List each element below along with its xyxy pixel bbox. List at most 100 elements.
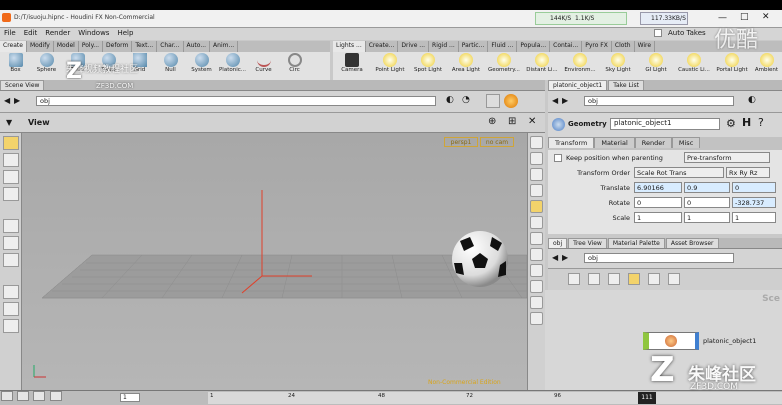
pin-icon[interactable]: ◐: [446, 95, 454, 105]
shelf-tab-modify[interactable]: Modify: [27, 41, 54, 52]
rotation-order-menu[interactable]: Rx Ry Rz: [726, 167, 770, 178]
shelf-tab-deform[interactable]: Deform: [103, 41, 133, 52]
snap-icon[interactable]: ⊕: [488, 116, 496, 127]
shelf-tab-fluid[interactable]: Fluid ...: [488, 41, 518, 52]
tool-ambient-light[interactable]: Ambient: [751, 52, 782, 80]
ghost-icon[interactable]: [530, 200, 543, 213]
platonic-node[interactable]: [643, 332, 699, 350]
tool-sky-light[interactable]: Sky Light: [599, 52, 637, 80]
network-back-icon[interactable]: ◀: [552, 253, 558, 262]
move-tool-icon[interactable]: [3, 153, 19, 167]
scale-x-field[interactable]: 1: [634, 212, 682, 223]
tool-geometry-light[interactable]: Geometry...: [485, 52, 523, 80]
shelf-tab-cloth[interactable]: Cloth: [612, 41, 635, 52]
tool-platonic[interactable]: Platonic...: [217, 52, 248, 80]
close-button[interactable]: ✕: [762, 12, 770, 22]
render-icon[interactable]: [504, 94, 518, 108]
menu-help[interactable]: Help: [113, 28, 137, 38]
tool-box[interactable]: Box: [0, 52, 31, 80]
shelf-tab-char[interactable]: Char...: [157, 41, 184, 52]
tool-curve[interactable]: Curve: [248, 52, 279, 80]
display-toggle-icon[interactable]: [530, 136, 543, 149]
tool-caustic-light[interactable]: Caustic Li...: [675, 52, 713, 80]
shelf-tab-wire[interactable]: Wire: [635, 41, 656, 52]
tab-take-list[interactable]: Take List: [608, 80, 644, 90]
backface-icon[interactable]: [530, 232, 543, 245]
play-button[interactable]: [17, 391, 30, 401]
network-tool-3-icon[interactable]: [608, 273, 620, 285]
tool-camera[interactable]: Camera: [333, 52, 371, 80]
param-back-icon[interactable]: ◀: [552, 96, 558, 105]
subtab-render[interactable]: Render: [634, 137, 672, 148]
link-icon[interactable]: ◔: [462, 95, 470, 105]
tool-portal-light[interactable]: Portal Light: [713, 52, 751, 80]
shelf-tab-contai[interactable]: Contai...: [550, 41, 583, 52]
tool-point-light[interactable]: Point Light: [371, 52, 409, 80]
menu-file[interactable]: File: [0, 28, 20, 38]
scale-z-field[interactable]: 1: [732, 212, 776, 223]
scale-tool-icon[interactable]: [3, 187, 19, 201]
tool-system[interactable]: System: [186, 52, 217, 80]
shelf-tab-create[interactable]: Create: [0, 41, 27, 52]
shelf-tab-pyro[interactable]: Pyro FX: [582, 41, 612, 52]
orbit-tool-icon[interactable]: [3, 253, 19, 267]
handle-tool-icon[interactable]: [3, 236, 19, 250]
network-tool-6-icon[interactable]: [668, 273, 680, 285]
menu-render[interactable]: Render: [41, 28, 74, 38]
network-tool-5-icon[interactable]: [648, 273, 660, 285]
param-path-field[interactable]: obj: [584, 96, 734, 106]
subtab-misc[interactable]: Misc: [671, 137, 701, 148]
menu-windows[interactable]: Windows: [74, 28, 113, 38]
shelf-tab-drive[interactable]: Drive ...: [398, 41, 430, 52]
shelf-tab-lights[interactable]: Lights ...: [333, 41, 366, 52]
rotate-z-field[interactable]: -328.737: [732, 197, 776, 208]
shelf-tab-poly[interactable]: Poly...: [79, 41, 104, 52]
forward-arrow-icon[interactable]: ▶: [14, 96, 20, 105]
step-forward-button[interactable]: [33, 391, 46, 401]
stop-button[interactable]: [49, 391, 62, 401]
subtab-transform[interactable]: Transform: [548, 137, 595, 148]
camera-tool-icon[interactable]: [3, 319, 19, 333]
3d-viewport[interactable]: persp1 no cam Non-Commercial Edition: [22, 133, 527, 390]
view-menu-icon[interactable]: ▼: [6, 118, 12, 127]
keep-position-checkbox[interactable]: [554, 153, 562, 162]
camera-menu-nocam[interactable]: no cam: [480, 137, 514, 147]
tool-null[interactable]: Null: [155, 52, 186, 80]
shelf-tab-create2[interactable]: Create...: [366, 41, 399, 52]
tab-param-platonic[interactable]: platonic_object1: [548, 80, 608, 90]
visibility-icon[interactable]: [530, 216, 543, 229]
rotate-y-field[interactable]: 0: [684, 197, 730, 208]
tool-area-light[interactable]: Area Light: [447, 52, 485, 80]
shaded-icon[interactable]: [530, 168, 543, 181]
network-tool-2-icon[interactable]: [588, 273, 600, 285]
tool-gi-light[interactable]: GI Light: [637, 52, 675, 80]
tab-material-palette[interactable]: Material Palette: [607, 238, 665, 248]
shelf-tab-auto[interactable]: Auto...: [184, 41, 211, 52]
rotate-x-field[interactable]: 0: [634, 197, 682, 208]
shelf-tab-partic[interactable]: Partic...: [459, 41, 489, 52]
tab-network-obj[interactable]: obj: [548, 238, 568, 248]
network-path-field[interactable]: obj: [584, 253, 734, 263]
select-tool-icon[interactable]: [3, 136, 19, 150]
pose-tool-icon[interactable]: [3, 219, 19, 233]
tool-circle[interactable]: Circ: [279, 52, 310, 80]
display-options-icon[interactable]: [486, 94, 500, 108]
node-name-field[interactable]: platonic_object1: [610, 118, 720, 130]
keep-position-menu[interactable]: Pre-transform: [684, 152, 770, 163]
wireframe-icon[interactable]: [530, 152, 543, 165]
dolly-tool-icon[interactable]: [3, 302, 19, 316]
subtab-material[interactable]: Material: [594, 137, 635, 148]
param-forward-icon[interactable]: ▶: [562, 96, 568, 105]
maximize-button[interactable]: □: [740, 12, 749, 22]
hide-icon[interactable]: [530, 296, 543, 309]
tool-distant-light[interactable]: Distant Li...: [523, 52, 561, 80]
tab-asset-browser[interactable]: Asset Browser: [665, 238, 719, 248]
back-arrow-icon[interactable]: ◀: [4, 96, 10, 105]
play-back-button[interactable]: [1, 391, 13, 401]
pan-tool-icon[interactable]: [3, 285, 19, 299]
param-pin-icon[interactable]: ◐: [748, 95, 756, 105]
network-tool-4-icon[interactable]: [628, 273, 640, 285]
toggle-icon[interactable]: ✕: [528, 116, 536, 127]
transform-order-menu[interactable]: Scale Rot Trans: [634, 167, 724, 178]
grid-snap-icon[interactable]: ⊞: [508, 116, 516, 127]
